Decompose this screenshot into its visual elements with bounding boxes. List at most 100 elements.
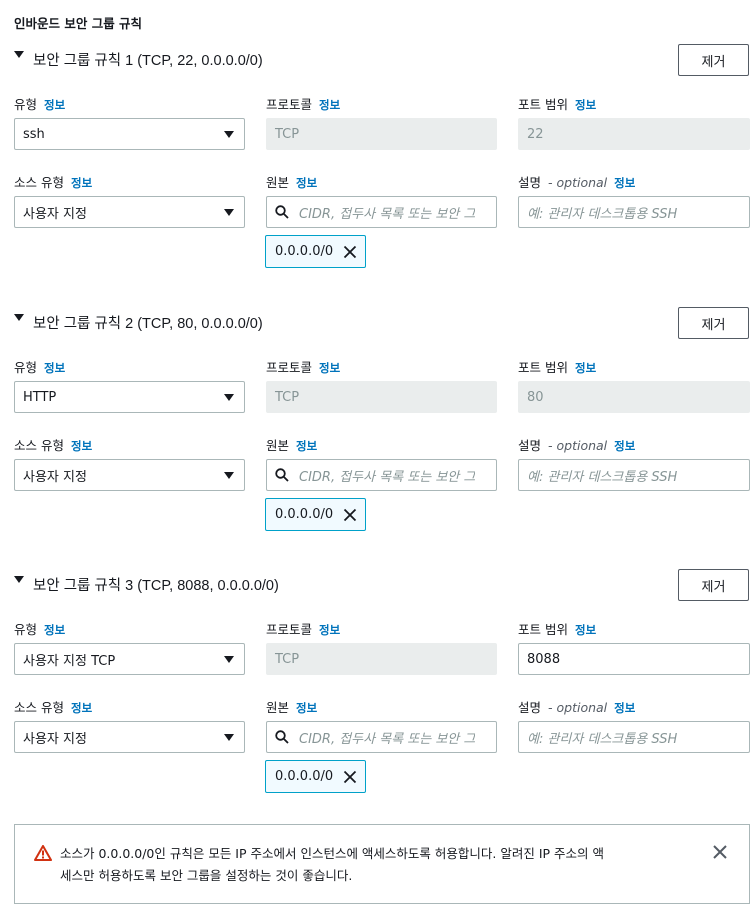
port-range-label: 포트 범위 정보: [518, 619, 596, 638]
source-label-text: 원본: [266, 438, 290, 453]
info-link[interactable]: 정보: [296, 700, 317, 716]
protocol-field: TCP: [266, 643, 497, 675]
info-link[interactable]: 정보: [614, 175, 635, 191]
description-input[interactable]: 예: 관리자 데스크톱용 SSH: [518, 196, 750, 228]
type-label-text: 유형: [14, 97, 38, 112]
cidr-token-label: 0.0.0.0/0: [275, 244, 334, 259]
protocol-label: 프로토콜 정보: [266, 94, 340, 113]
caret-down-icon: [224, 656, 234, 663]
info-link[interactable]: 정보: [44, 622, 65, 638]
optional-text: - optional: [548, 700, 608, 715]
caret-down-icon: [224, 131, 234, 138]
alert-line-2: 세스만 허용하도록 보안 그룹을 설정하는 것이 좋습니다.: [60, 868, 353, 883]
source-placeholder: CIDR, 접두사 목록 또는 보안 그: [299, 469, 476, 485]
caret-down-icon[interactable]: [14, 50, 24, 58]
description-label-text: 설명: [518, 700, 542, 715]
description-label: 설명 - optional 정보: [518, 435, 635, 454]
info-link[interactable]: 정보: [575, 622, 596, 638]
port-range-input: 80: [518, 381, 750, 413]
alert-line-1: 소스가 0.0.0.0/0인 규칙은 모든 IP 주소에서 인스턴스에 액세스하…: [60, 846, 605, 861]
type-select-value: 사용자 지정 TCP: [23, 653, 116, 669]
close-icon[interactable]: [712, 844, 728, 860]
info-link[interactable]: 정보: [575, 97, 596, 113]
type-label: 유형 정보: [14, 619, 65, 638]
type-label: 유형 정보: [14, 94, 65, 113]
info-link[interactable]: 정보: [319, 360, 340, 376]
source-type-select[interactable]: 사용자 지정: [14, 459, 245, 491]
source-search-input[interactable]: CIDR, 접두사 목록 또는 보안 그: [266, 721, 497, 753]
description-input[interactable]: 예: 관리자 데스크톱용 SSH: [518, 721, 750, 753]
info-link[interactable]: 정보: [575, 360, 596, 376]
source-type-value: 사용자 지정: [23, 731, 87, 747]
port-range-value: 80: [527, 389, 544, 405]
source-type-label: 소스 유형 정보: [14, 697, 92, 716]
port-range-input[interactable]: 8088: [518, 643, 750, 675]
cidr-token: 0.0.0.0/0: [265, 235, 366, 268]
rule-header[interactable]: 보안 그룹 규칙 2 (TCP, 80, 0.0.0.0/0): [14, 307, 263, 337]
info-link[interactable]: 정보: [71, 438, 92, 454]
cidr-token-label: 0.0.0.0/0: [275, 507, 334, 522]
source-type-label-text: 소스 유형: [14, 700, 64, 715]
cidr-token: 0.0.0.0/0: [265, 760, 366, 793]
caret-down-icon: [224, 734, 234, 741]
rule-title: 보안 그룹 규칙 3 (TCP, 8088, 0.0.0.0/0): [33, 577, 279, 594]
cidr-token-label: 0.0.0.0/0: [275, 769, 334, 784]
source-type-select[interactable]: 사용자 지정: [14, 721, 245, 753]
source-placeholder: CIDR, 접두사 목록 또는 보안 그: [299, 731, 476, 747]
close-icon[interactable]: [343, 770, 357, 784]
source-type-value: 사용자 지정: [23, 469, 87, 485]
protocol-label-text: 프로토콜: [266, 360, 313, 375]
source-type-label: 소스 유형 정보: [14, 435, 92, 454]
description-label: 설명 - optional 정보: [518, 172, 635, 191]
source-search-input[interactable]: CIDR, 접두사 목록 또는 보안 그: [266, 196, 497, 228]
caret-down-icon: [224, 209, 234, 216]
info-link[interactable]: 정보: [296, 438, 317, 454]
close-icon[interactable]: [343, 508, 357, 522]
optional-text: - optional: [548, 438, 608, 453]
description-input[interactable]: 예: 관리자 데스크톱용 SSH: [518, 459, 750, 491]
warning-alert: 소스가 0.0.0.0/0인 규칙은 모든 IP 주소에서 인스턴스에 액세스하…: [14, 824, 750, 904]
type-select[interactable]: HTTP: [14, 381, 245, 413]
search-icon: [275, 205, 289, 219]
rule-header[interactable]: 보안 그룹 규칙 3 (TCP, 8088, 0.0.0.0/0): [14, 569, 279, 599]
protocol-label: 프로토콜 정보: [266, 619, 340, 638]
source-type-label-text: 소스 유형: [14, 438, 64, 453]
info-link[interactable]: 정보: [71, 700, 92, 716]
rule-header[interactable]: 보안 그룹 규칙 1 (TCP, 22, 0.0.0.0/0): [14, 44, 263, 74]
source-search-input[interactable]: CIDR, 접두사 목록 또는 보안 그: [266, 459, 497, 491]
search-icon: [275, 468, 289, 482]
source-type-label-text: 소스 유형: [14, 175, 64, 190]
source-label: 원본 정보: [266, 435, 317, 454]
close-icon[interactable]: [343, 245, 357, 259]
info-link[interactable]: 정보: [319, 97, 340, 113]
protocol-label-text: 프로토콜: [266, 97, 313, 112]
source-placeholder: CIDR, 접두사 목록 또는 보안 그: [299, 206, 476, 222]
info-link[interactable]: 정보: [319, 622, 340, 638]
caret-down-icon[interactable]: [14, 575, 24, 583]
description-label-text: 설명: [518, 438, 542, 453]
type-select[interactable]: ssh: [14, 118, 245, 150]
remove-button[interactable]: 제거: [678, 307, 749, 339]
info-link[interactable]: 정보: [296, 175, 317, 191]
info-link[interactable]: 정보: [44, 97, 65, 113]
caret-down-icon[interactable]: [14, 313, 24, 321]
port-range-label-text: 포트 범위: [518, 622, 568, 637]
port-range-label-text: 포트 범위: [518, 97, 568, 112]
type-select[interactable]: 사용자 지정 TCP: [14, 643, 245, 675]
info-link[interactable]: 정보: [614, 438, 635, 454]
remove-button[interactable]: 제거: [678, 44, 749, 76]
remove-button[interactable]: 제거: [678, 569, 749, 601]
port-range-value: 8088: [527, 651, 561, 667]
port-range-label-text: 포트 범위: [518, 360, 568, 375]
info-link[interactable]: 정보: [44, 360, 65, 376]
type-label-text: 유형: [14, 622, 38, 637]
source-type-select[interactable]: 사용자 지정: [14, 196, 245, 228]
type-select-value: HTTP: [23, 389, 57, 405]
description-placeholder: 예: 관리자 데스크톱용 SSH: [527, 206, 678, 222]
info-link[interactable]: 정보: [71, 175, 92, 191]
source-type-label: 소스 유형 정보: [14, 172, 92, 191]
info-link[interactable]: 정보: [614, 700, 635, 716]
description-placeholder: 예: 관리자 데스크톱용 SSH: [527, 469, 678, 485]
protocol-value: TCP: [275, 651, 300, 667]
security-group-rule: 보안 그룹 규칙 3 (TCP, 8088, 0.0.0.0/0) 제거 유형 …: [0, 569, 756, 809]
